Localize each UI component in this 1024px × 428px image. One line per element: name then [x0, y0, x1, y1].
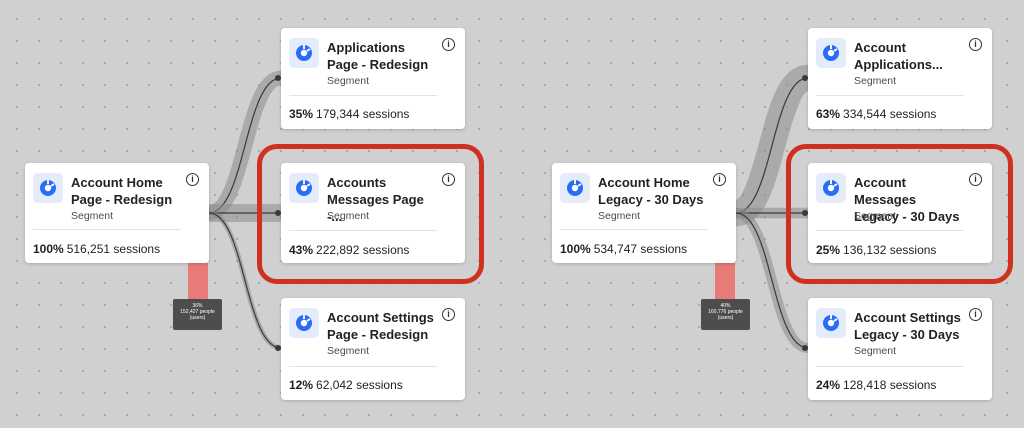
branch-node-left-2[interactable]: Accounts Messages Page -... Segment i 43…: [281, 163, 465, 263]
branch-node-right-1[interactable]: Account Applications... Segment i 63% 334…: [808, 28, 992, 129]
dropoff-tooltip-left: 36% 152,427 people (users): [173, 299, 222, 330]
node-sessions: 516,251 sessions: [66, 242, 161, 256]
node-subtitle: Segment: [854, 75, 897, 87]
info-icon[interactable]: i: [969, 308, 982, 321]
root-node-left[interactable]: Account Home Page - Redesign Segment i 1…: [25, 163, 209, 263]
node-percent: 100%: [560, 242, 591, 256]
node-subtitle: Segment: [854, 345, 897, 357]
segment-icon: [33, 173, 63, 203]
node-title: Account Home Legacy - 30 Days: [598, 175, 704, 207]
node-stats: 12% 62,042 sessions: [289, 378, 403, 392]
branch-node-left-1[interactable]: Applications Page - Redesign Segment i 3…: [281, 28, 465, 129]
node-sessions: 179,344 sessions: [316, 107, 410, 121]
segment-icon: [816, 38, 846, 68]
node-stats: 43% 222,892 sessions: [289, 243, 409, 257]
node-divider: [816, 95, 964, 96]
node-subtitle: Segment: [598, 210, 641, 222]
node-sessions: 334,544 sessions: [843, 107, 937, 121]
node-sessions: 534,747 sessions: [593, 242, 688, 256]
info-icon[interactable]: i: [442, 173, 455, 186]
info-icon[interactable]: i: [442, 38, 455, 51]
branch-node-left-3[interactable]: Account Settings Page - Redesign Segment…: [281, 298, 465, 400]
node-title: Account Settings Page - Redesign: [327, 310, 434, 342]
branch-node-right-3[interactable]: Account Settings Legacy - 30 Days Segmen…: [808, 298, 992, 400]
dropoff-tooltip-right: 40% 160,776 people (users): [701, 299, 750, 330]
info-icon[interactable]: i: [713, 173, 726, 186]
node-stats: 35% 179,344 sessions: [289, 107, 409, 121]
node-title: Account Applications...: [854, 40, 943, 72]
dropoff-unit: (users): [189, 315, 206, 321]
node-divider: [816, 230, 964, 231]
segment-icon: [816, 308, 846, 338]
segment-icon: [816, 173, 846, 203]
node-divider: [289, 95, 437, 96]
info-icon[interactable]: i: [969, 38, 982, 51]
node-stats: 100% 534,747 sessions: [560, 242, 687, 256]
segment-icon: [289, 308, 319, 338]
node-title: Applications Page - Redesign: [327, 40, 429, 72]
node-stats: 100% 516,251 sessions: [33, 242, 160, 256]
node-percent: 35%: [289, 107, 314, 121]
node-subtitle: Segment: [71, 210, 114, 222]
node-sessions: 136,132 sessions: [843, 243, 937, 257]
node-title: Account Settings Legacy - 30 Days: [854, 310, 961, 342]
dropoff-bar[interactable]: [715, 263, 735, 299]
dropoff-unit: (users): [717, 315, 734, 321]
branch-node-right-2[interactable]: Account Messages Legacy - 30 Days Segmen…: [808, 163, 992, 263]
node-stats: 63% 334,544 sessions: [816, 107, 936, 121]
node-divider: [289, 230, 437, 231]
node-percent: 100%: [33, 242, 64, 256]
node-percent: 25%: [816, 243, 841, 257]
info-icon[interactable]: i: [969, 173, 982, 186]
dropoff-bar[interactable]: [188, 263, 208, 299]
segment-icon: [289, 173, 319, 203]
node-subtitle: Segment: [327, 210, 370, 222]
node-subtitle: Segment: [327, 345, 370, 357]
node-title: Account Home Page - Redesign: [71, 175, 173, 207]
node-percent: 12%: [289, 378, 314, 392]
node-divider: [560, 229, 708, 230]
node-stats: 25% 136,132 sessions: [816, 243, 936, 257]
segment-icon: [289, 38, 319, 68]
node-divider: [289, 366, 437, 367]
node-subtitle: Segment: [327, 75, 370, 87]
node-sessions: 222,892 sessions: [316, 243, 410, 257]
node-percent: 24%: [816, 378, 841, 392]
node-sessions: 128,418 sessions: [843, 378, 937, 392]
segment-icon: [560, 173, 590, 203]
node-divider: [33, 229, 181, 230]
root-node-right[interactable]: Account Home Legacy - 30 Days Segment i …: [552, 163, 736, 263]
node-stats: 24% 128,418 sessions: [816, 378, 936, 392]
node-percent: 43%: [289, 243, 314, 257]
node-sessions: 62,042 sessions: [316, 378, 403, 392]
node-divider: [816, 366, 964, 367]
node-percent: 63%: [816, 107, 841, 121]
flow-top-line: [208, 77, 282, 214]
node-subtitle: Segment: [854, 210, 897, 222]
info-icon[interactable]: i: [186, 173, 199, 186]
info-icon[interactable]: i: [442, 308, 455, 321]
